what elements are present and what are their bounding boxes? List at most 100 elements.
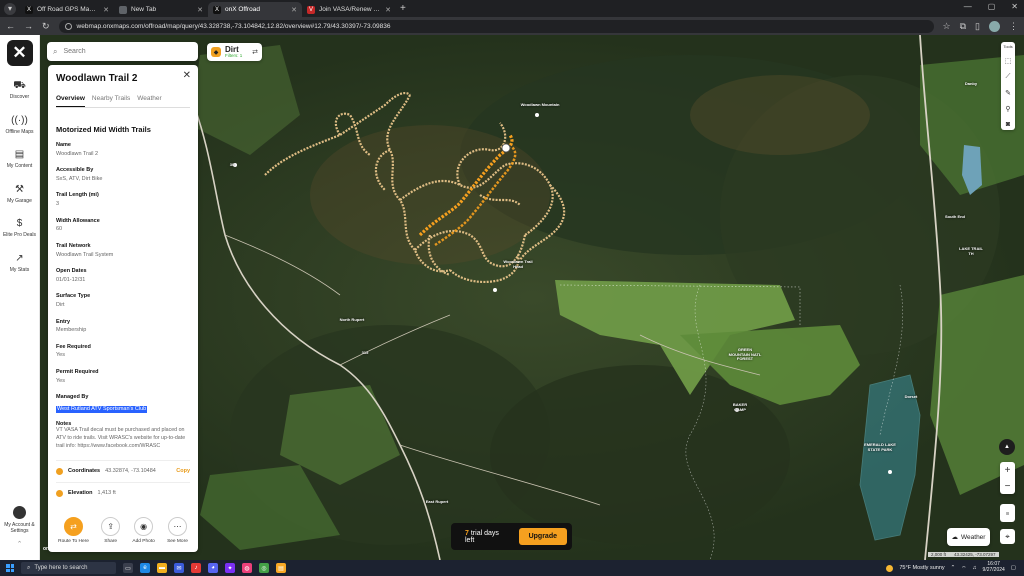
compass-icon[interactable]: ▲ — [999, 439, 1015, 455]
sun-icon — [886, 564, 894, 572]
music-app-icon[interactable]: ♪ — [191, 563, 201, 573]
taskbar-clock[interactable]: 16:07 9/27/2024 — [983, 561, 1005, 574]
site-info-icon[interactable] — [64, 22, 72, 30]
browser-tab[interactable]: New Tab ✕ — [114, 2, 208, 17]
nav-item[interactable]: ▤ My Content — [0, 149, 40, 170]
tray-chevron-icon[interactable]: ⌃ — [951, 565, 956, 571]
chevron-up-icon[interactable]: ⌃ — [17, 540, 23, 548]
volume-icon[interactable]: ♫ — [972, 565, 976, 571]
onx-logo[interactable]: ✕ — [6, 40, 33, 66]
account-settings[interactable]: My Account & Settings ⌃ — [0, 506, 40, 548]
pencil-tool-icon[interactable]: ✎ — [1005, 89, 1011, 97]
camera-icon[interactable]: ◉ — [134, 517, 154, 536]
swap-icon[interactable]: ⇄ — [252, 48, 258, 56]
trail-field: Surface Type Dirt — [56, 293, 190, 309]
url-text: webmap.onxmaps.com/offroad/map/query/43.… — [76, 22, 391, 30]
nav-item-label: Discover — [9, 94, 30, 100]
tab-label: onX Offroad — [225, 6, 260, 13]
sidebar-icon[interactable]: ▯ — [975, 21, 980, 32]
nav-item[interactable]: ((·)) Offline Maps — [0, 115, 40, 136]
field-value: Woodlawn Trail 2 — [56, 150, 99, 157]
taskbar-search[interactable]: ⌕ Type here to search — [21, 562, 116, 574]
line-tool-icon[interactable]: ⟋ — [1006, 73, 1011, 81]
zoom-out-button[interactable]: − — [1005, 478, 1011, 494]
panel-action[interactable]: ⋯ See More — [167, 517, 188, 544]
mail-icon[interactable]: ✉ — [174, 563, 184, 573]
browser-tab[interactable]: X Off Road GPS Maps App: Find ✕ — [20, 2, 114, 17]
forward-icon[interactable]: → — [24, 21, 33, 31]
panel-action[interactable]: ⇪ Share — [101, 517, 121, 544]
route-icon[interactable]: ⇄ — [64, 517, 84, 536]
layers-button[interactable]: ☰ — [1000, 504, 1015, 522]
windows-start-icon[interactable] — [6, 564, 14, 572]
nav-item[interactable]: ⚒ My Garage — [0, 184, 40, 205]
back-icon[interactable]: ← — [6, 21, 15, 31]
edge-icon[interactable]: e — [140, 563, 150, 573]
waypoint-tool-icon[interactable]: ⚲ — [1005, 105, 1010, 113]
tab-strip: XOff Road GPS Maps App: Find✕New Tab✕Xon… — [20, 0, 396, 17]
tab-close-icon[interactable]: ✕ — [197, 6, 203, 14]
more-icon[interactable]: ⋯ — [167, 517, 187, 536]
map-label-dorset: Dorset — [904, 394, 918, 399]
browser-tab[interactable]: XonX Offroad ✕ — [208, 2, 302, 17]
bookmark-star-icon[interactable]: ☆ — [943, 21, 951, 32]
chrome-icon[interactable]: ◎ — [259, 563, 269, 573]
measure-tool-icon[interactable]: ⬚ — [1005, 57, 1012, 65]
browser-menu-icon[interactable]: ⋮ — [1009, 21, 1018, 32]
discord-icon[interactable]: ◕ — [208, 563, 218, 573]
task-view-icon[interactable]: ▭ — [123, 563, 133, 573]
weather-button[interactable]: ☁ Weather — [947, 528, 990, 546]
reload-icon[interactable]: ↻ — [42, 21, 50, 32]
locate-button[interactable]: ⌖ — [1000, 529, 1015, 544]
close-icon[interactable]: ✕ — [183, 70, 191, 81]
map-label-route-30: 30 — [229, 162, 235, 167]
dirt-filter-icon: ◆ — [211, 47, 221, 57]
trail-field: Width Allowance 60 — [56, 218, 190, 234]
trail-filter-button[interactable]: ◆ Dirt Filters: 1 ⇄ — [207, 43, 262, 61]
close-window-icon[interactable]: ✕ — [1011, 2, 1018, 11]
panel-tab[interactable]: Nearby Trails — [92, 95, 130, 107]
taskbar-search-icon: ⌕ — [27, 564, 31, 571]
camera-tool-icon[interactable]: ◙ — [1006, 121, 1010, 128]
new-tab-button[interactable]: + — [400, 3, 406, 14]
panel-action[interactable]: ◉ Add Photo — [132, 517, 155, 544]
messenger-icon[interactable]: ✦ — [225, 563, 235, 573]
notes-app-icon[interactable]: ▤ — [276, 563, 286, 573]
browser-tab[interactable]: V Join VASA/Renew TAG - VASA✕ — [302, 2, 396, 17]
tab-close-icon[interactable]: ✕ — [385, 6, 391, 14]
tab-search-button[interactable]: ▾ — [4, 2, 16, 15]
search-input[interactable] — [63, 48, 184, 55]
tab-close-icon[interactable]: ✕ — [291, 6, 297, 14]
field-key: Fee Required — [56, 343, 91, 350]
copy-coordinates-button[interactable]: Copy — [176, 468, 190, 474]
panel-tab[interactable]: Overview — [56, 95, 85, 107]
taskbar-weather[interactable]: 75°F Mostly sunny — [899, 565, 944, 571]
upgrade-button[interactable]: Upgrade — [518, 528, 567, 545]
nav-item[interactable]: ↗ My Stats — [0, 253, 40, 274]
tab-close-icon[interactable]: ✕ — [103, 6, 109, 14]
nav-item[interactable]: $ Elite Pro Deals — [0, 218, 40, 239]
extensions-icon[interactable]: ⧉ — [960, 21, 966, 32]
trail-field: Trail Network Woodlawn Trail System — [56, 243, 190, 259]
maximize-icon[interactable]: ▢ — [988, 2, 996, 11]
share-icon[interactable]: ⇪ — [101, 517, 121, 536]
browser-tab-bar: ▾ XOff Road GPS Maps App: Find✕New Tab✕X… — [0, 0, 1024, 17]
trail-field: Trail Length (mi) 3 — [56, 192, 190, 208]
panel-action[interactable]: ⇄ Route To Here — [58, 517, 89, 544]
address-bar[interactable]: webmap.onxmaps.com/offroad/map/query/43.… — [58, 19, 934, 33]
notes-label: Notes — [56, 420, 72, 427]
photos-icon[interactable]: ◍ — [242, 563, 252, 573]
zoom-in-button[interactable]: + — [1005, 462, 1011, 478]
file-explorer-icon[interactable]: ▬ — [157, 563, 167, 573]
account-avatar[interactable] — [13, 506, 26, 519]
account-label: My Account & Settings — [4, 522, 35, 534]
notifications-icon[interactable]: ▢ — [1011, 565, 1016, 571]
minimize-icon[interactable]: — — [964, 2, 972, 11]
nav-item-label: Elite Pro Deals — [2, 232, 37, 238]
trail-category: Motorized Mid Width Trails — [56, 125, 151, 134]
network-icon[interactable]: ⌔ — [961, 565, 966, 572]
tab-label: New Tab — [131, 6, 157, 13]
profile-avatar[interactable] — [989, 20, 1000, 32]
panel-tab[interactable]: Weather — [137, 95, 161, 107]
nav-item[interactable]: ⛟ Discover — [0, 80, 40, 101]
